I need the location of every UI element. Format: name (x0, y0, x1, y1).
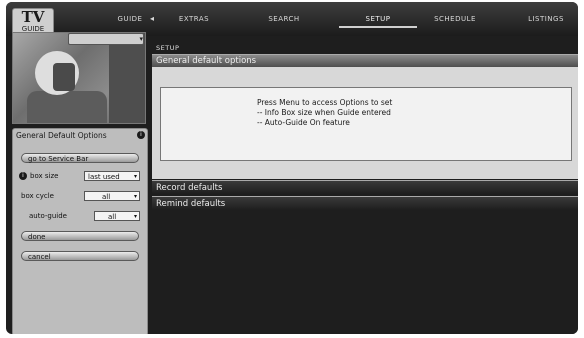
top-nav-bar: TV GUIDE GUIDE ◂ EXTRAS SEARCH SETUP SCH… (6, 2, 578, 42)
remind-defaults-header[interactable]: Remind defaults (152, 196, 578, 210)
live-video-preview[interactable] (12, 32, 146, 124)
options-info-box: Press Menu to access Options to set -- I… (160, 87, 572, 161)
tv-guide-screen: TV GUIDE GUIDE ◂ EXTRAS SEARCH SETUP SCH… (6, 2, 578, 334)
general-default-options-body: Press Menu to access Options to set -- I… (152, 67, 578, 179)
box-cycle-dropdown-icon: ▾ (133, 193, 137, 200)
box-size-info-icon: i (19, 172, 27, 180)
auto-guide-label: auto-guide (29, 212, 67, 220)
box-size-label: box size (30, 172, 59, 180)
box-cycle-label: box cycle (21, 192, 54, 200)
video-control-bar[interactable]: ▾ (68, 33, 144, 45)
breadcrumb: SETUP (156, 44, 180, 52)
nav-schedule[interactable]: SCHEDULE (426, 12, 484, 26)
nav-guide[interactable]: GUIDE (111, 12, 149, 26)
nav-extras[interactable]: EXTRAS (171, 12, 217, 26)
panel-title: General Default Options (16, 131, 107, 140)
box-cycle-value: all (102, 193, 111, 201)
nav-setup[interactable]: SETUP (339, 12, 417, 28)
general-default-options-header[interactable]: General default options (152, 54, 578, 67)
info-icon[interactable]: i (137, 131, 145, 139)
auto-guide-select[interactable]: all ▾ (94, 211, 140, 221)
video-face (53, 63, 75, 91)
logo-text-tv: TV (21, 8, 45, 26)
video-control-icon: ▾ (139, 35, 143, 43)
box-size-dropdown-icon: ▾ (133, 173, 137, 180)
cancel-button[interactable]: cancel (21, 251, 139, 261)
nav-search[interactable]: SEARCH (261, 12, 307, 26)
done-button[interactable]: done (21, 231, 139, 241)
auto-guide-dropdown-icon: ▾ (133, 213, 137, 220)
box-size-value: last used (88, 173, 120, 181)
box-size-select[interactable]: last used ▾ (84, 171, 140, 181)
auto-guide-value: all (108, 213, 117, 221)
video-player-body (27, 91, 107, 123)
info-line-3: -- Auto-Guide On feature (257, 118, 350, 127)
general-default-options-panel: General Default Options i go to Service … (12, 128, 148, 334)
main-nav: GUIDE ◂ EXTRAS SEARCH SETUP SCHEDULE LIS… (101, 12, 571, 28)
content-empty-area (152, 212, 578, 334)
video-background (109, 33, 145, 123)
box-cycle-select[interactable]: all ▾ (84, 191, 140, 201)
nav-back-arrow-icon[interactable]: ◂ (150, 12, 154, 26)
record-defaults-header[interactable]: Record defaults (152, 180, 578, 194)
info-line-2: -- Info Box size when Guide entered (257, 108, 391, 117)
go-to-service-bar-button[interactable]: go to Service Bar (21, 153, 139, 163)
info-line-1: Press Menu to access Options to set (257, 98, 393, 107)
nav-listings[interactable]: LISTINGS (521, 12, 571, 26)
